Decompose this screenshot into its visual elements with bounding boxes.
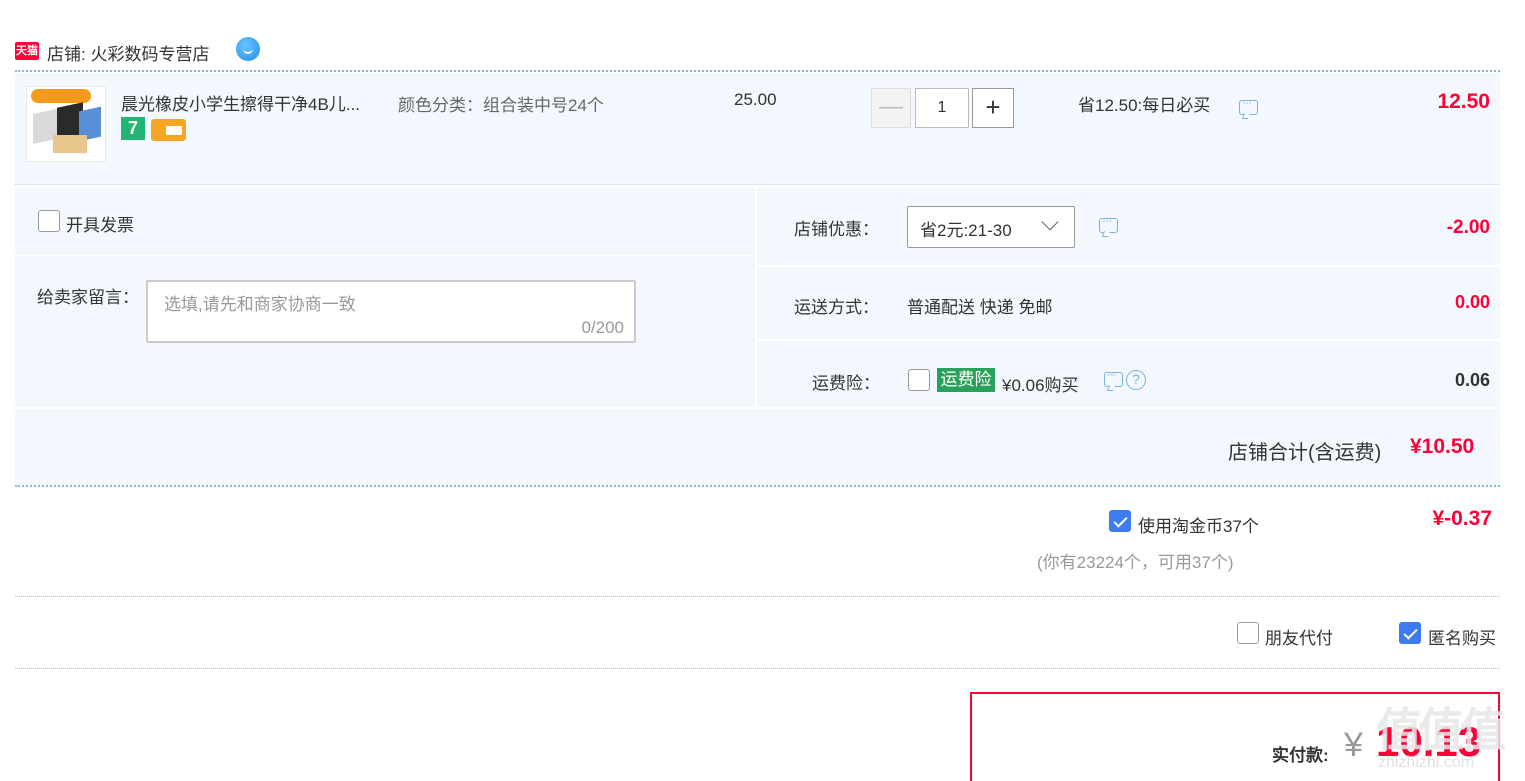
message-placeholder: 选填,请先和商家协商一致 <box>164 295 356 314</box>
item-title-link[interactable]: 晨光橡皮小学生擦得干净4B儿... <box>121 90 360 115</box>
item-sku: 颜色分类：组合装中号24个 <box>398 96 604 115</box>
insurance-price: ¥0.06购买 <box>1002 376 1079 395</box>
promo-info-icon[interactable] <box>1239 95 1258 115</box>
final-payment-label: 实付款: <box>1272 746 1329 765</box>
shop-total-value: ¥10.50 <box>1410 435 1475 458</box>
item-unit-price: 25.00 <box>734 90 777 109</box>
invoice-checkbox[interactable] <box>38 210 60 232</box>
shipping-label: 运送方式： <box>794 298 879 317</box>
shop-total-label: 店铺合计(含运费) <box>1228 442 1382 464</box>
insurance-tag: 运费险 <box>937 368 995 392</box>
final-currency: ¥ <box>1344 726 1363 764</box>
shop-discount-value: -2.00 <box>1446 217 1490 238</box>
coins-balance-note: (你有23224个，可用37个) <box>1037 553 1234 572</box>
item-thumbnail[interactable] <box>26 86 106 162</box>
shipping-method: 普通配送 快递 免邮 <box>907 298 1053 317</box>
shop-coupon-selected: 省2元:21-30 <box>920 221 1012 240</box>
watermark-url: zhizhizhi.com <box>1378 754 1475 771</box>
anonymous-purchase-checkbox[interactable] <box>1399 622 1421 644</box>
wangwang-chat-icon[interactable] <box>236 37 260 61</box>
friend-pay-label: 朋友代付 <box>1265 629 1333 648</box>
invoice-label: 开具发票 <box>66 216 134 235</box>
coins-divider <box>15 596 1500 597</box>
shop-total-divider <box>15 485 1500 487</box>
item-promotion: 省12.50:每日必买 <box>1078 96 1211 115</box>
item-subtotal: 12.50 <box>1437 90 1490 113</box>
insurance-info-icon[interactable] <box>1104 367 1123 387</box>
quantity-decrease-button[interactable]: — <box>871 88 911 128</box>
shop-discount-label: 店铺优惠： <box>794 220 879 239</box>
credit-card-icon <box>151 119 186 141</box>
watermark-logo: 值值值 <box>1376 704 1506 756</box>
coins-label: 使用淘金币37个 <box>1138 517 1259 536</box>
help-icon[interactable]: ? <box>1126 370 1146 390</box>
options-divider <box>15 668 1500 669</box>
insurance-label: 运费险： <box>812 374 880 393</box>
quantity-input[interactable]: 1 <box>915 88 969 128</box>
seven-day-return-icon: 7 <box>121 117 145 140</box>
coins-discount-value: ¥-0.37 <box>1432 507 1492 530</box>
tmall-logo-icon: 天猫 <box>15 42 39 60</box>
coins-checkbox[interactable] <box>1109 510 1131 532</box>
message-char-counter: 0/200 <box>581 318 624 337</box>
insurance-checkbox[interactable] <box>908 369 930 391</box>
shipping-fee-value: 0.00 <box>1454 292 1490 312</box>
insurance-value: 0.06 <box>1454 370 1490 390</box>
message-label: 给卖家留言： <box>37 288 139 307</box>
friend-pay-checkbox[interactable] <box>1237 622 1259 644</box>
anonymous-purchase-label: 匿名购买 <box>1428 629 1496 648</box>
coupon-info-icon[interactable] <box>1099 213 1118 233</box>
quantity-increase-button[interactable]: + <box>972 88 1014 128</box>
shop-name-link[interactable]: 店铺: 火彩数码专营店 <box>47 40 209 65</box>
shop-divider <box>15 70 1500 72</box>
